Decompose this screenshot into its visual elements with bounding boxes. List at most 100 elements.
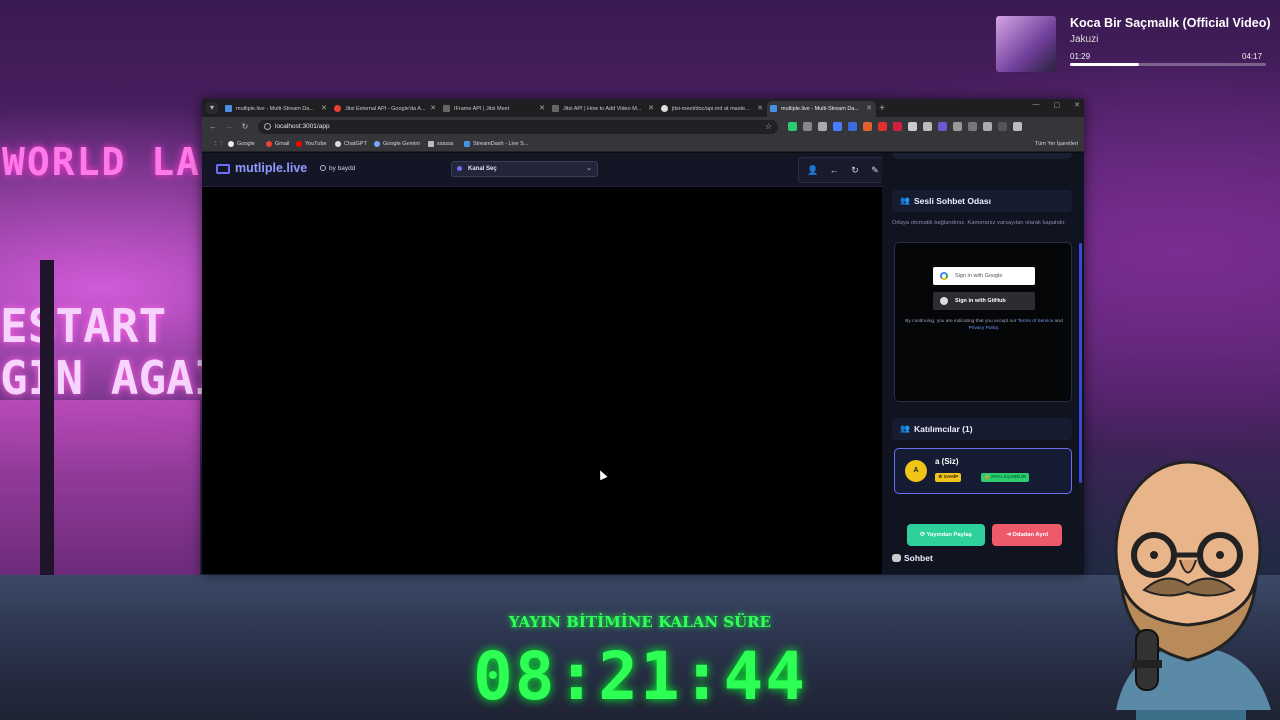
- track-progress-fill: [1070, 63, 1139, 66]
- tab-jitsi-api[interactable]: Jitsi API | How to Add Video M... ✕: [549, 101, 658, 117]
- extension-icon[interactable]: [908, 122, 917, 131]
- minimize-icon[interactable]: —: [1033, 101, 1040, 109]
- extension-icon[interactable]: [803, 122, 812, 131]
- tab-search-icon[interactable]: ▾: [206, 102, 218, 114]
- tab-favicon-icon: [661, 105, 668, 112]
- address-bar[interactable]: localhost:3001/app ☆: [258, 120, 778, 134]
- sign-in-google-button[interactable]: Sign in with Google: [933, 267, 1035, 285]
- tab-label: Jitsi External API - Google'da A...: [345, 106, 426, 112]
- bookmark-label: YouTube: [305, 141, 327, 147]
- puzzle-extensions-icon[interactable]: [953, 122, 962, 131]
- tab-strip: ▾ mutliple.live - Multi-Stream Da... ✕ Ji…: [202, 99, 1084, 117]
- user-icon[interactable]: 👤: [807, 164, 819, 176]
- tab-favicon-icon: [552, 105, 559, 112]
- browser-window: ▾ mutliple.live - Multi-Stream Da... ✕ Ji…: [202, 99, 1084, 574]
- privacy-link[interactable]: Privacy Policy.: [969, 326, 1000, 331]
- extension-icon[interactable]: [848, 122, 857, 131]
- participants-header: 👥 Katılımcılar (1): [892, 418, 1072, 440]
- tab-label: jitsi-meet/doc/api.md at maste...: [672, 106, 750, 112]
- tab-favicon-icon: [443, 105, 450, 112]
- tab-favicon-icon: [225, 105, 232, 112]
- window-controls: — ▢ ✕: [1033, 101, 1081, 109]
- bookmark-label: Google Gemini: [383, 141, 420, 147]
- side-panel: 👥 Sesli Sohbet Odası Odaya otomatik bağl…: [882, 153, 1084, 574]
- tab-close-icon[interactable]: ✕: [321, 101, 327, 117]
- bookmark-gmail[interactable]: Gmail: [266, 137, 289, 152]
- bookmarks-bar: ⋮⋮ Google Gmail YouTube ChatGPT Google G…: [202, 137, 1084, 152]
- bookmark-gemini[interactable]: Google Gemini: [374, 137, 420, 152]
- bookmark-chatgpt[interactable]: ChatGPT: [335, 137, 367, 152]
- extension-icon[interactable]: [818, 122, 827, 131]
- tab-google-search[interactable]: Jitsi External API - Google'da A... ✕: [331, 101, 440, 117]
- tab-iframe-api[interactable]: IFrame API | Jitsi Meet ✕: [440, 101, 549, 117]
- participant-avatar: A: [905, 460, 927, 482]
- extension-icon[interactable]: [923, 122, 932, 131]
- bookmark-label: ChatGPT: [344, 141, 367, 147]
- tab-close-icon[interactable]: ✕: [648, 101, 654, 117]
- app-logo[interactable]: mutliple.live: [235, 161, 307, 175]
- extension-icon[interactable]: [833, 122, 842, 131]
- bookmark-google[interactable]: Google: [228, 137, 255, 152]
- new-tab-icon[interactable]: +: [876, 101, 888, 117]
- extension-icon[interactable]: [788, 122, 797, 131]
- panel-scrollbar[interactable]: [1079, 243, 1082, 483]
- menu-dots-icon[interactable]: [1013, 122, 1022, 131]
- channel-select-label: Kanal Seç: [468, 166, 497, 172]
- bookmark-folder[interactable]: ssssss: [428, 137, 454, 152]
- arrow-left-icon[interactable]: ←: [828, 164, 840, 176]
- apps-grid-icon[interactable]: ⋮⋮: [204, 137, 224, 152]
- channel-icon: [457, 166, 462, 171]
- maximize-icon[interactable]: ▢: [1054, 101, 1061, 109]
- refresh-icon[interactable]: ↻: [849, 164, 861, 176]
- close-window-icon[interactable]: ✕: [1074, 101, 1080, 109]
- tab-label: IFrame API | Jitsi Meet: [454, 106, 510, 112]
- channel-select[interactable]: Kanal Seç ⌄: [451, 161, 598, 177]
- all-bookmarks[interactable]: Tüm Yer İşaretleri: [1035, 137, 1078, 152]
- chatgpt-icon: [335, 141, 341, 147]
- tab-favicon-icon: [770, 105, 777, 112]
- terms-link[interactable]: Terms of Service: [1018, 319, 1054, 324]
- audio-room-title: Sesli Sohbet Odası: [914, 196, 991, 206]
- tab-close-icon[interactable]: ✕: [430, 101, 436, 117]
- back-icon[interactable]: ←: [207, 121, 219, 133]
- extension-icon[interactable]: [893, 122, 902, 131]
- streamer-avatar: [1096, 460, 1280, 720]
- leave-room-button[interactable]: ⇥ Odadan Ayrıl: [992, 524, 1062, 546]
- bookmark-star-icon[interactable]: ☆: [765, 120, 772, 134]
- tab-label: mutliple.live - Multi-Stream Da...: [236, 106, 314, 112]
- can-share-badge: 🔒 PAYLAŞABİLİR: [981, 473, 1029, 482]
- reload-icon[interactable]: ↻: [239, 121, 251, 133]
- profile-icon[interactable]: [998, 122, 1007, 131]
- tab-github[interactable]: jitsi-meet/doc/api.md at maste... ✕: [658, 101, 767, 117]
- page-viewport: mutliple.live by baydd Kanal Seç ⌄ 👤 ← ↻…: [202, 153, 1084, 574]
- participant-card[interactable]: A a (Siz) ★ SAHİP 🔒 PAYLAŞABİLİR: [894, 448, 1072, 494]
- extension-icon[interactable]: [878, 122, 887, 131]
- edit-icon[interactable]: ✎: [869, 164, 881, 176]
- track-duration: 04:17: [1242, 52, 1263, 61]
- youtube-icon: [296, 141, 302, 147]
- chat-header: Sohbet: [892, 549, 1072, 567]
- streamdash-icon: [464, 141, 470, 147]
- sign-in-github-button[interactable]: Sign in with GitHub: [933, 292, 1035, 310]
- sidebar-icon[interactable]: [968, 122, 977, 131]
- tab-close-icon[interactable]: ✕: [539, 101, 545, 117]
- extension-icon[interactable]: [863, 122, 872, 131]
- downloads-icon[interactable]: [983, 122, 992, 131]
- terms-prefix: By continuing, you are indicating that y…: [905, 319, 1017, 324]
- chevron-down-icon: ⌄: [586, 165, 592, 172]
- bookmark-streamdash[interactable]: StreamDash - Live S...: [464, 137, 528, 152]
- chat-bubble-icon: [892, 554, 901, 562]
- tab-mutliple-1[interactable]: mutliple.live - Multi-Stream Da... ✕: [222, 101, 331, 117]
- bookmark-youtube[interactable]: YouTube: [296, 137, 327, 152]
- video-area[interactable]: [202, 188, 882, 574]
- share-from-stream-button[interactable]: ⟳ Yayından Paylaş: [907, 524, 985, 546]
- google-icon: [228, 141, 234, 147]
- tab-favicon-icon: [334, 105, 341, 112]
- site-info-icon[interactable]: [264, 123, 271, 130]
- tab-mutliple-active[interactable]: mutliple.live - Multi-Stream Da... ✕: [767, 101, 876, 117]
- tab-close-icon[interactable]: ✕: [757, 101, 763, 117]
- forward-icon[interactable]: →: [223, 121, 235, 133]
- tab-close-icon[interactable]: ✕: [866, 101, 872, 117]
- extension-icon[interactable]: [938, 122, 947, 131]
- bookmark-label: Google: [237, 141, 255, 147]
